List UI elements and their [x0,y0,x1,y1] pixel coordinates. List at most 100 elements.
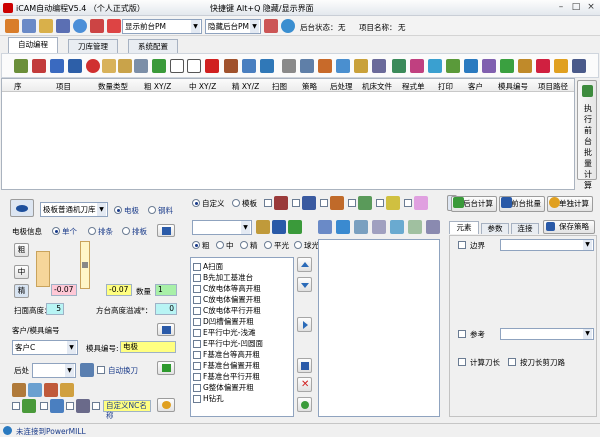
check-icon[interactable] [152,59,166,73]
column-header[interactable]: 粗 XY/Z [144,81,171,92]
network-icon[interactable] [482,59,496,73]
view-icon[interactable] [272,220,286,234]
tab-connect[interactable]: 连接 [511,223,539,234]
user-icon[interactable] [22,19,36,33]
column-header[interactable]: 程式单 [402,81,425,92]
cut-by-tool-length-checkbox[interactable] [508,358,516,366]
reference-checkbox[interactable] [458,330,466,338]
list-item[interactable]: F基准台偏置开粗 [193,360,260,371]
strategy-checkbox[interactable] [193,339,201,348]
eye-button[interactable] [10,199,34,217]
power-icon[interactable] [107,19,121,33]
template-radio[interactable] [232,199,240,207]
steel-radio[interactable] [148,206,156,214]
settings-icon[interactable] [572,59,586,73]
checkbox-icon[interactable] [170,59,184,73]
list-item[interactable]: C放电体偏置开粗 [193,294,261,305]
column-header[interactable]: 数量类型 [98,81,128,92]
monitor-icon[interactable] [464,59,478,73]
post-icon[interactable] [80,363,94,377]
refresh-icon[interactable] [242,59,256,73]
tool-pick-icon[interactable] [256,220,270,234]
down-arrow-icon[interactable] [50,59,64,73]
strategy-checkbox[interactable] [193,383,201,392]
tool-select[interactable]: ▼ [192,220,252,235]
column-header[interactable]: 机床文件 [362,81,392,92]
column-header[interactable]: 策略 [302,81,317,92]
mode-plate-radio[interactable] [122,227,130,235]
strategy-opt-checkbox-4[interactable] [348,199,356,207]
flat-radio[interactable] [264,241,272,249]
task-table[interactable]: 序 项目 数量类型 粗 XY/Z 中 XY/Z 精 XY/Z 扫图 策略 后处理… [1,78,575,190]
strategy-opt-checkbox-2[interactable] [292,199,300,207]
save-customer-button[interactable] [157,323,175,336]
column-header[interactable]: 打印 [438,81,453,92]
heart-icon[interactable] [536,59,550,73]
medium-button[interactable]: 中 [14,265,29,279]
shapes-icon[interactable] [410,59,424,73]
column-header[interactable]: 精 XY/Z [232,81,259,92]
column-header[interactable]: 项目 [56,81,71,92]
mode-row-radio[interactable] [88,227,96,235]
rom-icon[interactable] [336,59,350,73]
column-header[interactable]: 客户 [468,81,483,92]
list-item[interactable]: C放电体等高开粗 [193,283,261,294]
boundary-checkbox[interactable] [458,241,466,249]
lock-icon[interactable] [554,59,568,73]
strategy-checkbox[interactable] [193,284,201,293]
show-frontend-pm-select[interactable]: 显示前台PM ▼ [122,19,202,34]
stop-icon[interactable] [86,59,100,73]
list-item[interactable]: G整体偏置开粗 [193,382,254,393]
column-header[interactable]: 扫图 [272,81,287,92]
green-tool-icon[interactable] [500,59,514,73]
machine-icon[interactable] [372,59,386,73]
delete-x-icon[interactable] [205,59,219,73]
option-checkbox-2[interactable] [40,402,48,410]
strategy-opt-checkbox-3[interactable] [320,199,328,207]
column-header[interactable]: 项目路径 [538,81,568,92]
rough-radio[interactable] [192,241,200,249]
pen-icon[interactable] [288,220,302,234]
strategy-tool-icon-4[interactable] [372,220,386,234]
strategy-checkbox[interactable] [193,350,201,359]
tray-icon[interactable] [392,59,406,73]
coarse-button[interactable]: 粗 [14,243,29,257]
ball-radio[interactable] [294,241,302,249]
strategy-tool-icon-7[interactable] [426,220,440,234]
strategy-opt-checkbox-5[interactable] [376,199,384,207]
sheet-icon[interactable] [60,383,74,397]
strategy-checkbox[interactable] [193,262,201,271]
column-header[interactable]: 序 [14,81,22,92]
list-item[interactable]: H钻孔 [193,393,224,404]
scan-height-input[interactable]: 5 [46,303,64,315]
help-icon[interactable] [56,19,70,33]
tab-system-config[interactable]: 系统配置 [128,39,178,53]
calculator-icon[interactable] [264,19,278,33]
list-item[interactable]: E平行中光-凹圆面 [193,338,263,349]
execute-batch-button[interactable]: 执行前台批量计算 [577,80,597,190]
open-folder-icon[interactable] [102,59,116,73]
fine-radio[interactable] [240,241,248,249]
tool-icon[interactable] [318,59,332,73]
strategy-checkbox[interactable] [193,361,201,370]
folder-icon[interactable] [39,19,53,33]
strategy-tool-icon-6[interactable] [408,220,422,234]
strategy-tool-icon-3[interactable] [354,220,368,234]
square-height-input[interactable]: 0 [155,303,177,315]
print-icon[interactable] [282,59,296,73]
save-electrode-button[interactable] [157,224,175,237]
boundary-select[interactable]: ▼ [500,239,594,251]
empty-box-icon[interactable] [187,59,201,73]
strategy-checkbox[interactable] [193,317,201,326]
column-header[interactable]: 模具编号 [498,81,528,92]
machine-green-icon[interactable] [22,399,36,413]
undo-icon[interactable] [260,59,274,73]
tab-auto-programming[interactable]: 自动编程 [8,37,58,53]
list-item[interactable]: F基准台平行开粗 [193,371,260,382]
info-icon[interactable] [73,19,87,33]
red-folder-icon[interactable] [32,59,46,73]
edit-icon[interactable] [224,59,238,73]
drill-icon[interactable] [518,59,532,73]
strategy-checkbox[interactable] [193,295,201,304]
list-item[interactable]: E平行中光-浅滩 [193,327,255,338]
